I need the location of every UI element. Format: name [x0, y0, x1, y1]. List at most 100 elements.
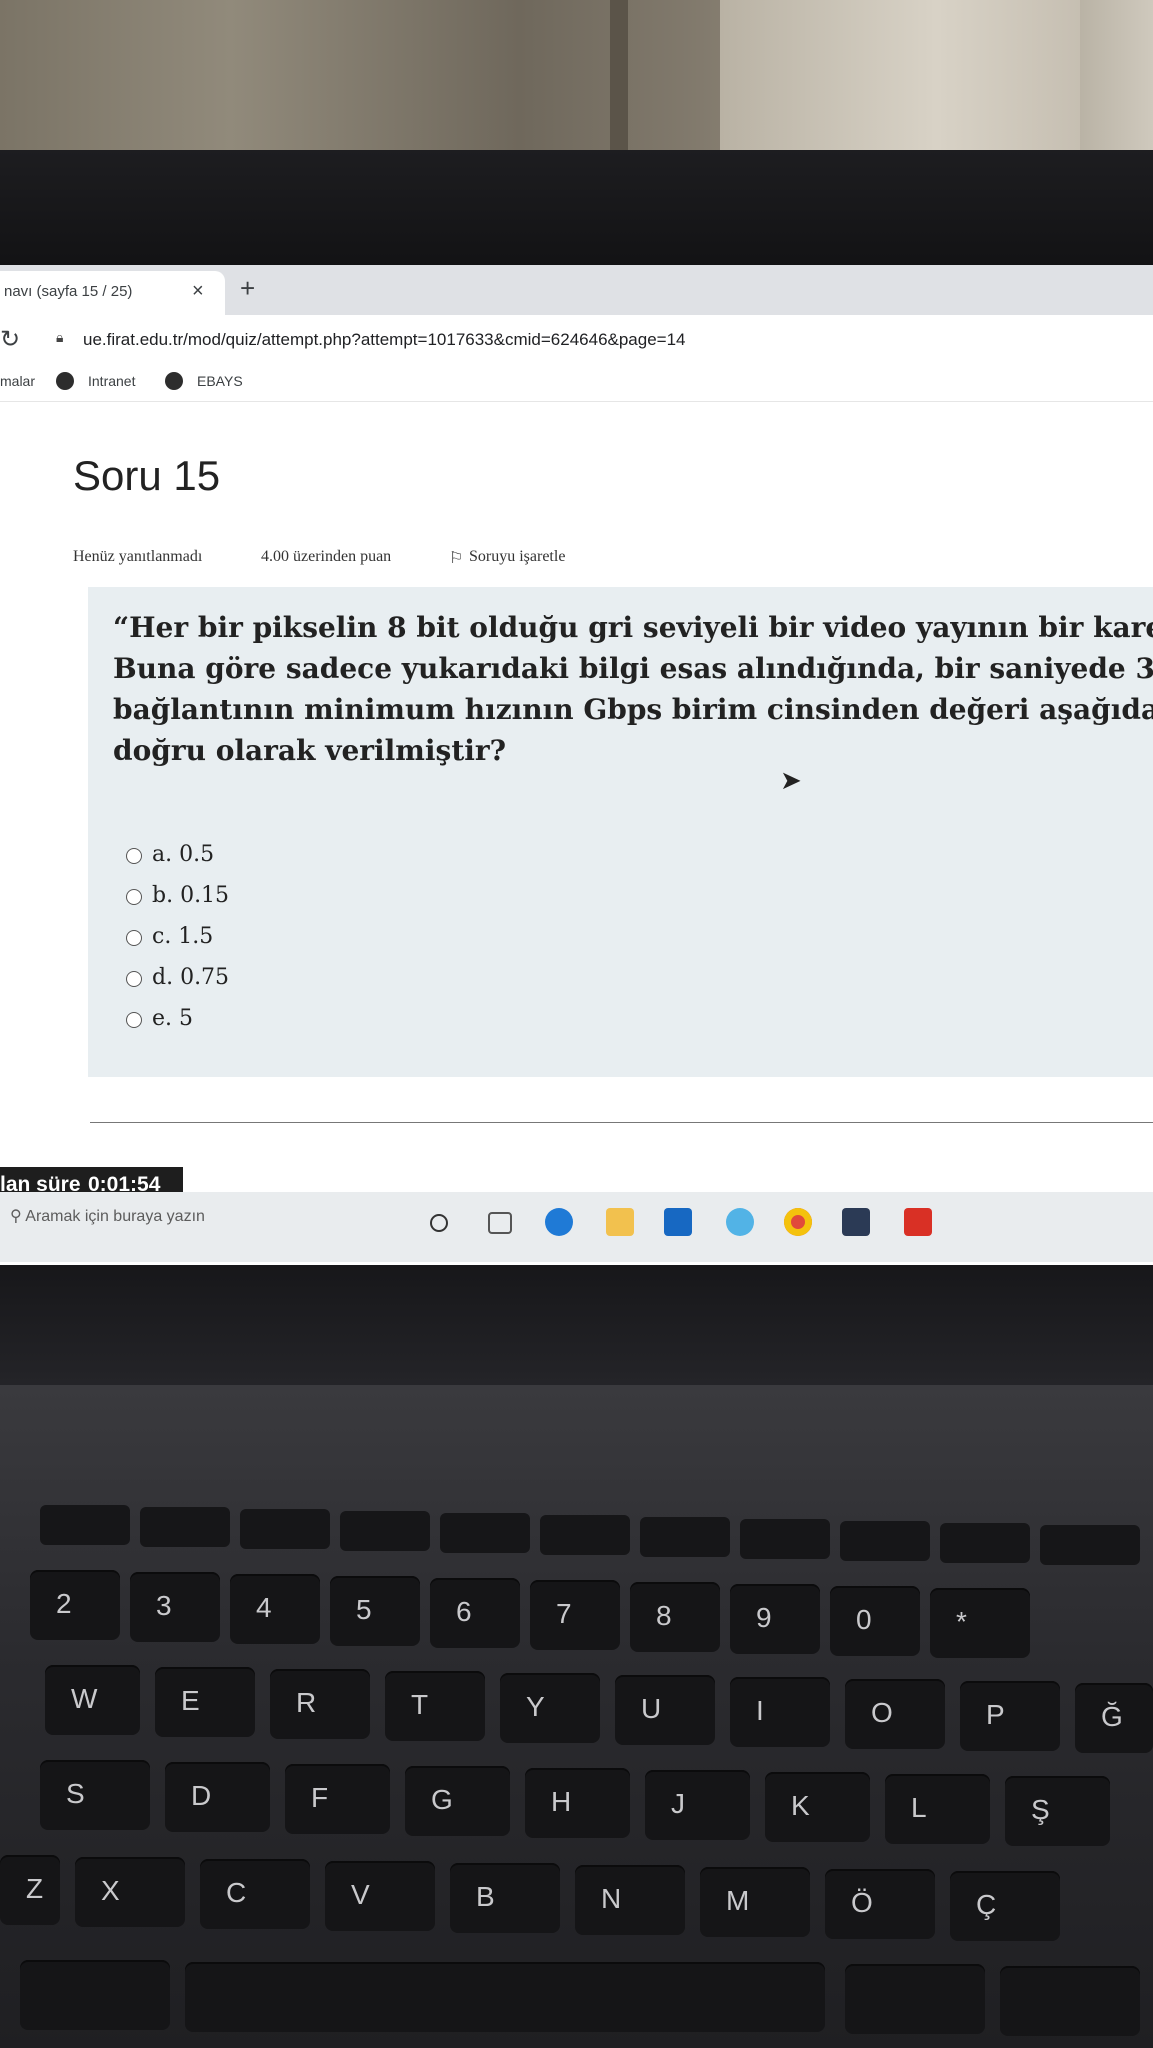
- key[interactable]: P: [960, 1681, 1060, 1751]
- key-label: Ö: [851, 1887, 873, 1918]
- new-tab-button[interactable]: +: [240, 273, 255, 304]
- task-view-icon[interactable]: [488, 1212, 512, 1234]
- intranet-favicon-icon: [56, 372, 74, 390]
- browser-icon[interactable]: [726, 1208, 754, 1236]
- bookmark-item-apps[interactable]: malar: [0, 373, 35, 389]
- key[interactable]: N: [575, 1865, 685, 1935]
- key[interactable]: M: [700, 1867, 810, 1937]
- key[interactable]: V: [325, 1861, 435, 1931]
- key[interactable]: G: [405, 1766, 510, 1836]
- space-bar[interactable]: [185, 1962, 825, 2032]
- bookmark-item-intranet[interactable]: Intranet: [88, 373, 135, 389]
- function-key[interactable]: [40, 1505, 130, 1545]
- browser-tab-bar: navı (sayfa 15 / 25) × +: [0, 265, 1153, 315]
- key[interactable]: 7: [530, 1580, 620, 1650]
- mail-icon[interactable]: [664, 1208, 692, 1236]
- key[interactable]: L: [885, 1774, 990, 1844]
- key-label: Ç: [976, 1889, 997, 1920]
- key[interactable]: [20, 1960, 170, 2030]
- key[interactable]: [1000, 1966, 1140, 2036]
- function-key[interactable]: [640, 1517, 730, 1557]
- key[interactable]: Z: [0, 1855, 60, 1925]
- key[interactable]: J: [645, 1770, 750, 1840]
- function-key[interactable]: [1040, 1525, 1140, 1565]
- key[interactable]: *: [930, 1588, 1030, 1658]
- file-explorer-icon[interactable]: [606, 1208, 634, 1236]
- key-label: 5: [356, 1594, 372, 1625]
- key[interactable]: Ş: [1005, 1776, 1110, 1846]
- key[interactable]: Ç: [950, 1871, 1060, 1941]
- key[interactable]: 8: [630, 1582, 720, 1652]
- key[interactable]: S: [40, 1760, 150, 1830]
- key[interactable]: [845, 1964, 985, 2034]
- bookmark-item-ebays[interactable]: EBAYS: [197, 373, 243, 389]
- key[interactable]: 6: [430, 1578, 520, 1648]
- flag-question-link[interactable]: Soruyu işaretle: [469, 548, 565, 566]
- function-key[interactable]: [740, 1519, 830, 1559]
- key-label: L: [911, 1792, 927, 1823]
- radio-button[interactable]: [126, 930, 142, 946]
- function-key[interactable]: [340, 1511, 430, 1551]
- key-label: M: [726, 1885, 750, 1916]
- key[interactable]: 0: [830, 1586, 920, 1656]
- key[interactable]: U: [615, 1675, 715, 1745]
- quiz-page: Soru 15 Henüz yanıtlanmadı 4.00 üzerinde…: [0, 402, 1153, 1203]
- radio-button[interactable]: [126, 848, 142, 864]
- function-key[interactable]: [240, 1509, 330, 1549]
- key-label: H: [551, 1786, 572, 1817]
- section-divider: [90, 1122, 1153, 1123]
- key[interactable]: O: [845, 1679, 945, 1749]
- key[interactable]: T: [385, 1671, 485, 1741]
- chrome-icon[interactable]: [784, 1208, 812, 1236]
- key[interactable]: Ö: [825, 1869, 935, 1939]
- key-label: B: [476, 1881, 495, 1912]
- lock-icon[interactable]: 🔒︎: [56, 329, 63, 346]
- key[interactable]: C: [200, 1859, 310, 1929]
- url-field[interactable]: ue.firat.edu.tr/mod/quiz/attempt.php?att…: [83, 330, 686, 350]
- key[interactable]: H: [525, 1768, 630, 1838]
- key[interactable]: 4: [230, 1574, 320, 1644]
- search-icon: ⚲: [10, 1208, 26, 1225]
- key-label: 2: [56, 1588, 72, 1619]
- key-label: K: [791, 1790, 810, 1821]
- key[interactable]: Y: [500, 1673, 600, 1743]
- radio-button[interactable]: [126, 889, 142, 905]
- radio-button[interactable]: [126, 1012, 142, 1028]
- function-key[interactable]: [540, 1515, 630, 1555]
- acrobat-icon[interactable]: [904, 1208, 932, 1236]
- key[interactable]: B: [450, 1863, 560, 1933]
- key[interactable]: 5: [330, 1576, 420, 1646]
- key[interactable]: 9: [730, 1584, 820, 1654]
- key[interactable]: K: [765, 1772, 870, 1842]
- edge-icon[interactable]: [545, 1208, 573, 1236]
- sticky-notes-icon[interactable]: [842, 1208, 870, 1236]
- key[interactable]: X: [75, 1857, 185, 1927]
- mouse-cursor-icon: ➤: [780, 765, 802, 795]
- radio-button[interactable]: [126, 971, 142, 987]
- browser-tab[interactable]: navı (sayfa 15 / 25) ×: [0, 271, 225, 315]
- flag-icon[interactable]: ⚐: [449, 548, 463, 568]
- taskbar-search[interactable]: ⚲ Aramak için buraya yazın: [10, 1206, 205, 1226]
- key[interactable]: F: [285, 1764, 390, 1834]
- windows-taskbar: ⚲ Aramak için buraya yazın: [0, 1192, 1153, 1262]
- cortana-icon[interactable]: [430, 1214, 448, 1232]
- key-label: 7: [556, 1598, 572, 1629]
- key-label: D: [191, 1780, 212, 1811]
- function-key[interactable]: [140, 1507, 230, 1547]
- tab-close-icon[interactable]: ×: [192, 280, 204, 303]
- function-key[interactable]: [440, 1513, 530, 1553]
- key-label: 6: [456, 1596, 472, 1627]
- key[interactable]: R: [270, 1669, 370, 1739]
- reload-icon[interactable]: ↻: [0, 325, 20, 354]
- function-key[interactable]: [840, 1521, 930, 1561]
- key[interactable]: E: [155, 1667, 255, 1737]
- key[interactable]: 2: [30, 1570, 120, 1640]
- key[interactable]: 3: [130, 1572, 220, 1642]
- function-key[interactable]: [940, 1523, 1030, 1563]
- key[interactable]: W: [45, 1665, 140, 1735]
- key[interactable]: D: [165, 1762, 270, 1832]
- key-label: Z: [26, 1873, 44, 1904]
- key-label: T: [411, 1689, 429, 1720]
- key[interactable]: I: [730, 1677, 830, 1747]
- key[interactable]: Ğ: [1075, 1683, 1153, 1753]
